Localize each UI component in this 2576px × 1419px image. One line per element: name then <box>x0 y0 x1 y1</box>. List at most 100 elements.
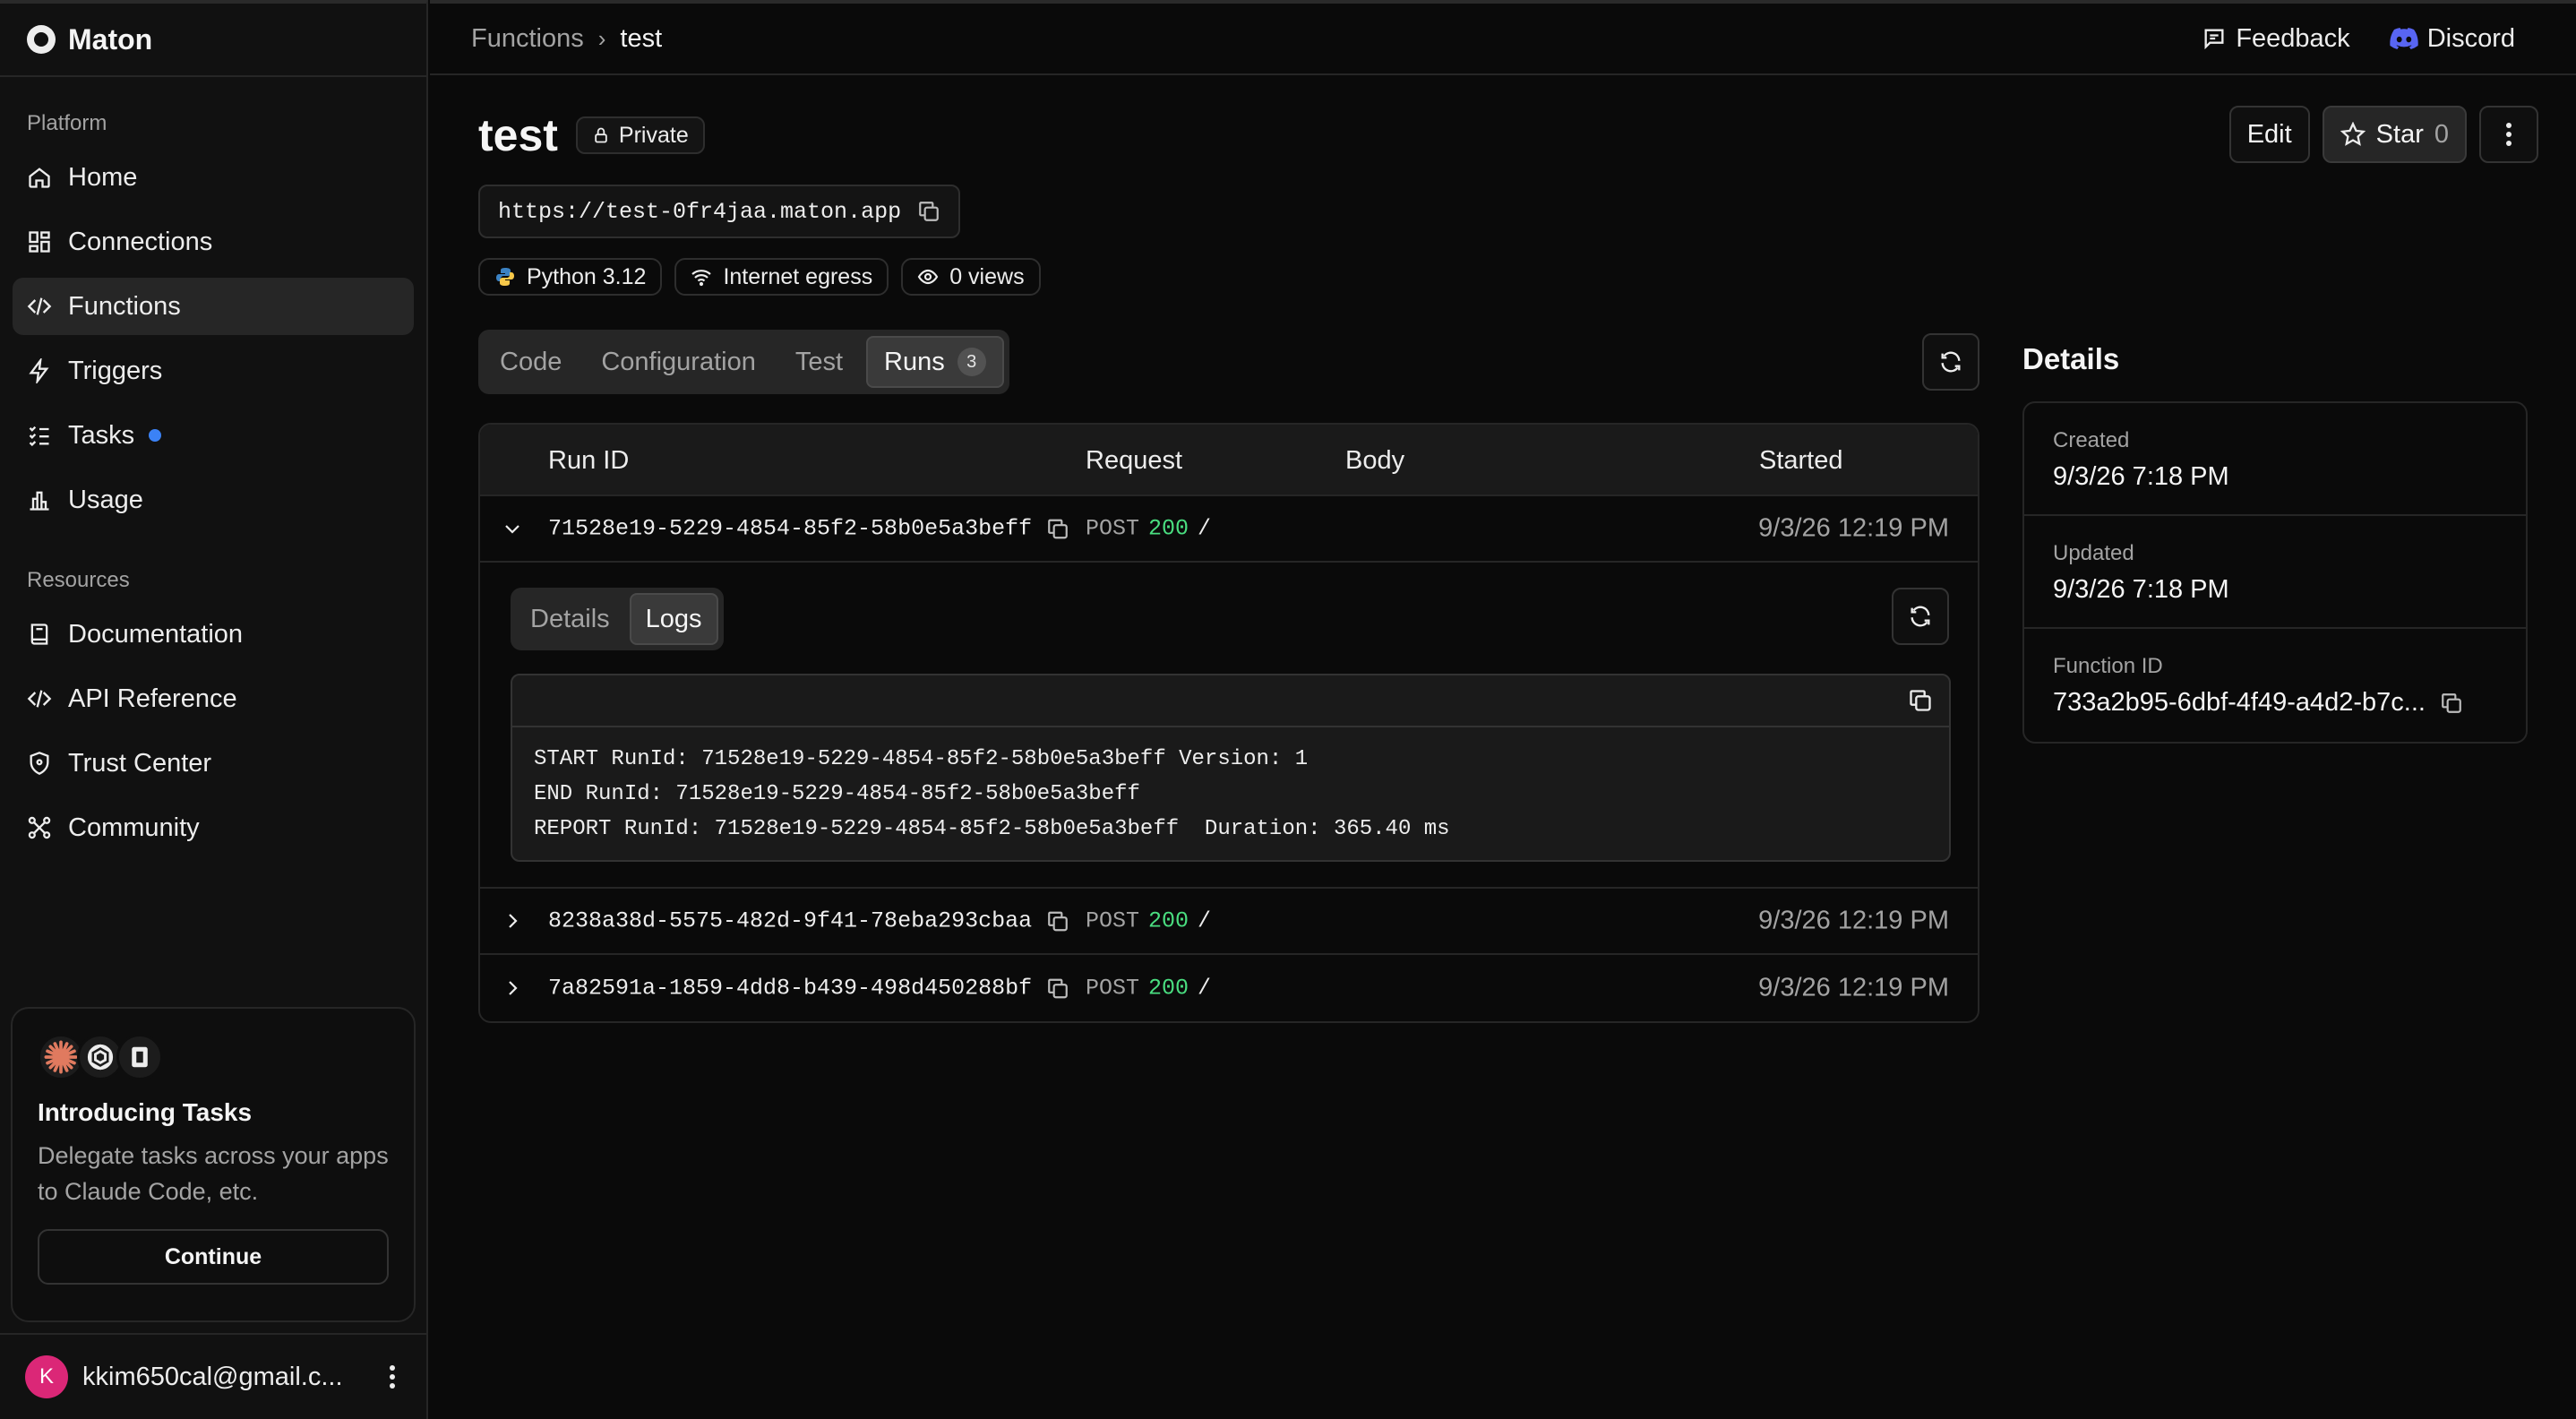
copy-icon[interactable] <box>1046 976 1069 1000</box>
sidebar: Maton Platform Home Connections Function… <box>0 0 428 1419</box>
tasks-notification-dot <box>149 429 162 442</box>
shield-icon <box>30 752 49 775</box>
function-url-text: https://test-0fr4jaa.maton.app <box>498 198 902 225</box>
refresh-runs-button[interactable] <box>1922 333 1979 391</box>
request-path: / <box>1198 515 1212 542</box>
chevron-down-icon[interactable] <box>502 518 523 539</box>
sidebar-item-usage[interactable]: Usage <box>13 471 414 529</box>
breadcrumb-current: test <box>620 23 663 53</box>
user-menu[interactable]: K kkim650cal@gmail.c... <box>0 1333 428 1419</box>
run-expanded-panel: Details Logs START RunId: 71528e19-5229-… <box>480 563 1978 889</box>
cursor-app-icon <box>116 1034 163 1080</box>
resources-section-label: Resources <box>27 568 130 592</box>
column-started: Started <box>1759 446 1843 475</box>
run-id-cell: 71528e19-5229-4854-85f2-58b0e5a3beff <box>548 516 1069 542</box>
tab-test[interactable]: Test <box>779 336 859 388</box>
header-actions: Edit Star 0 <box>2228 106 2538 163</box>
tab-logs[interactable]: Logs <box>629 593 718 645</box>
sidebar-item-label: Home <box>68 162 138 192</box>
details-card: Created 9/3/26 7:18 PM Updated 9/3/26 7:… <box>2022 401 2528 744</box>
avatar: K <box>25 1355 68 1398</box>
function-id-row: 733a2b95-6dbf-4f49-a4d2-b7c... <box>2053 688 2497 718</box>
visibility-label: Private <box>618 122 689 148</box>
table-row[interactable]: 7a82591a-1859-4dd8-b439-498d450288bf POS… <box>480 955 1978 1021</box>
promo-continue-button[interactable]: Continue <box>38 1229 389 1285</box>
copy-icon[interactable] <box>1046 517 1069 540</box>
run-id-cell: 8238a38d-5575-482d-9f41-78eba293cbaa <box>548 908 1069 934</box>
copy-icon[interactable] <box>1908 688 1933 713</box>
updated-label: Updated <box>2053 541 2134 565</box>
created-label: Created <box>2053 428 2130 452</box>
grid-icon <box>29 231 50 253</box>
tab-configuration[interactable]: Configuration <box>585 336 772 388</box>
chevron-right-icon[interactable] <box>502 977 523 999</box>
started-cell: 9/3/26 12:19 PM <box>1758 513 1949 543</box>
sidebar-item-functions[interactable]: Functions <box>13 278 414 335</box>
chevron-right-icon[interactable] <box>502 910 523 932</box>
star-icon <box>2340 122 2366 146</box>
feedback-link[interactable]: Feedback <box>2202 24 2350 54</box>
sidebar-item-triggers[interactable]: Triggers <box>13 342 414 400</box>
status-code: 200 <box>1148 975 1189 1002</box>
title-row: test Private <box>478 109 705 161</box>
network-badge: Internet egress <box>674 258 889 296</box>
top-links: Feedback Discord <box>2202 24 2515 54</box>
brand[interactable]: Maton <box>0 4 426 77</box>
views-label: 0 views <box>949 263 1025 289</box>
bolt-icon <box>29 358 49 383</box>
sidebar-item-home[interactable]: Home <box>13 149 414 206</box>
sidebar-item-label: Documentation <box>68 619 244 649</box>
sidebar-item-community[interactable]: Community <box>13 799 414 856</box>
tab-runs-label: Runs <box>884 347 945 376</box>
copy-icon[interactable] <box>2440 692 2463 715</box>
status-code: 200 <box>1148 907 1189 934</box>
request-path: / <box>1198 907 1212 934</box>
user-more-icon[interactable] <box>374 1359 410 1395</box>
sidebar-item-label: Community <box>68 813 200 842</box>
request-cell: POST 200 / <box>1086 908 1211 934</box>
lock-icon <box>595 127 607 143</box>
sidebar-item-tasks[interactable]: Tasks <box>13 407 414 464</box>
log-line: REPORT RunId: 71528e19-5229-4854-85f2-58… <box>534 817 1450 841</box>
table-row[interactable]: 8238a38d-5575-482d-9f41-78eba293cbaa POS… <box>480 889 1978 955</box>
page-title: test <box>478 110 558 160</box>
breadcrumb-functions[interactable]: Functions <box>471 24 584 54</box>
runtime-badge: Python 3.12 <box>478 258 663 296</box>
breadcrumb-separator: › <box>597 24 606 52</box>
home-icon <box>29 168 50 188</box>
column-run-id: Run ID <box>548 446 630 475</box>
copy-icon[interactable] <box>1046 909 1069 933</box>
copy-icon[interactable] <box>917 200 940 223</box>
promo-app-icons <box>38 1034 389 1080</box>
more-options-button[interactable] <box>2479 106 2538 163</box>
updated-value: 9/3/26 7:18 PM <box>2053 575 2229 604</box>
sidebar-item-connections[interactable]: Connections <box>13 213 414 271</box>
tab-runs[interactable]: Runs 3 <box>866 336 1004 388</box>
run-id-cell: 7a82591a-1859-4dd8-b439-498d450288bf <box>548 976 1069 1002</box>
edit-button[interactable]: Edit <box>2228 106 2310 163</box>
wifi-icon <box>691 270 712 287</box>
log-line: START RunId: 71528e19-5229-4854-85f2-58b… <box>534 747 1309 771</box>
star-button[interactable]: Star 0 <box>2322 106 2467 163</box>
star-count: 0 <box>2434 119 2449 149</box>
tab-details[interactable]: Details <box>516 593 624 645</box>
visibility-badge: Private <box>575 116 705 154</box>
details-title: Details <box>2022 342 2120 375</box>
network-label: Internet egress <box>723 263 873 289</box>
refresh-logs-button[interactable] <box>1892 588 1949 645</box>
code-icon <box>27 297 52 315</box>
tab-code[interactable]: Code <box>484 336 578 388</box>
sidebar-item-trust-center[interactable]: Trust Center <box>13 735 414 792</box>
code-icon <box>27 690 52 708</box>
discord-link[interactable]: Discord <box>2390 24 2515 54</box>
sidebar-item-api-reference[interactable]: API Reference <box>13 670 414 727</box>
table-row[interactable]: 71528e19-5229-4854-85f2-58b0e5a3beff POS… <box>480 496 1978 563</box>
detail-function-id: Function ID 733a2b95-6dbf-4f49-a4d2-b7c.… <box>2024 629 2526 742</box>
bar-chart-icon <box>30 491 49 511</box>
refresh-icon <box>1911 606 1930 627</box>
resources-nav: Documentation API Reference Trust Center… <box>0 606 426 856</box>
sidebar-item-documentation[interactable]: Documentation <box>13 606 414 663</box>
sidebar-item-label: Functions <box>68 291 181 321</box>
run-detail-tabs: Details Logs <box>511 588 724 650</box>
request-path: / <box>1198 975 1212 1002</box>
